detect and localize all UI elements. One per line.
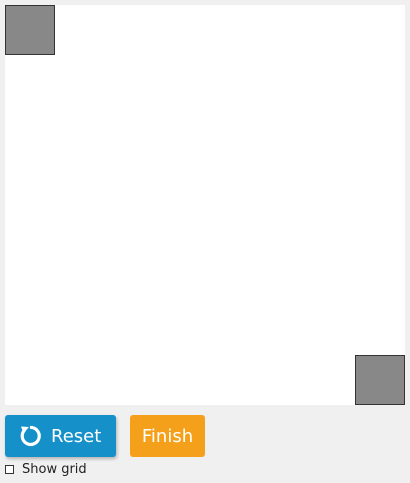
show-grid-checkbox[interactable] [5, 465, 14, 474]
finish-button-label: Finish [141, 425, 194, 447]
reset-button-label: Reset [51, 425, 102, 447]
finish-button[interactable]: Finish [130, 415, 205, 457]
reset-button[interactable]: Reset [5, 415, 116, 457]
show-grid-option[interactable]: Show grid [5, 462, 87, 477]
draggable-square-bottom-right[interactable] [355, 355, 405, 405]
draggable-square-top-left[interactable] [5, 5, 55, 55]
drawing-canvas[interactable] [5, 5, 405, 405]
show-grid-label: Show grid [22, 462, 87, 477]
refresh-icon [17, 423, 43, 449]
